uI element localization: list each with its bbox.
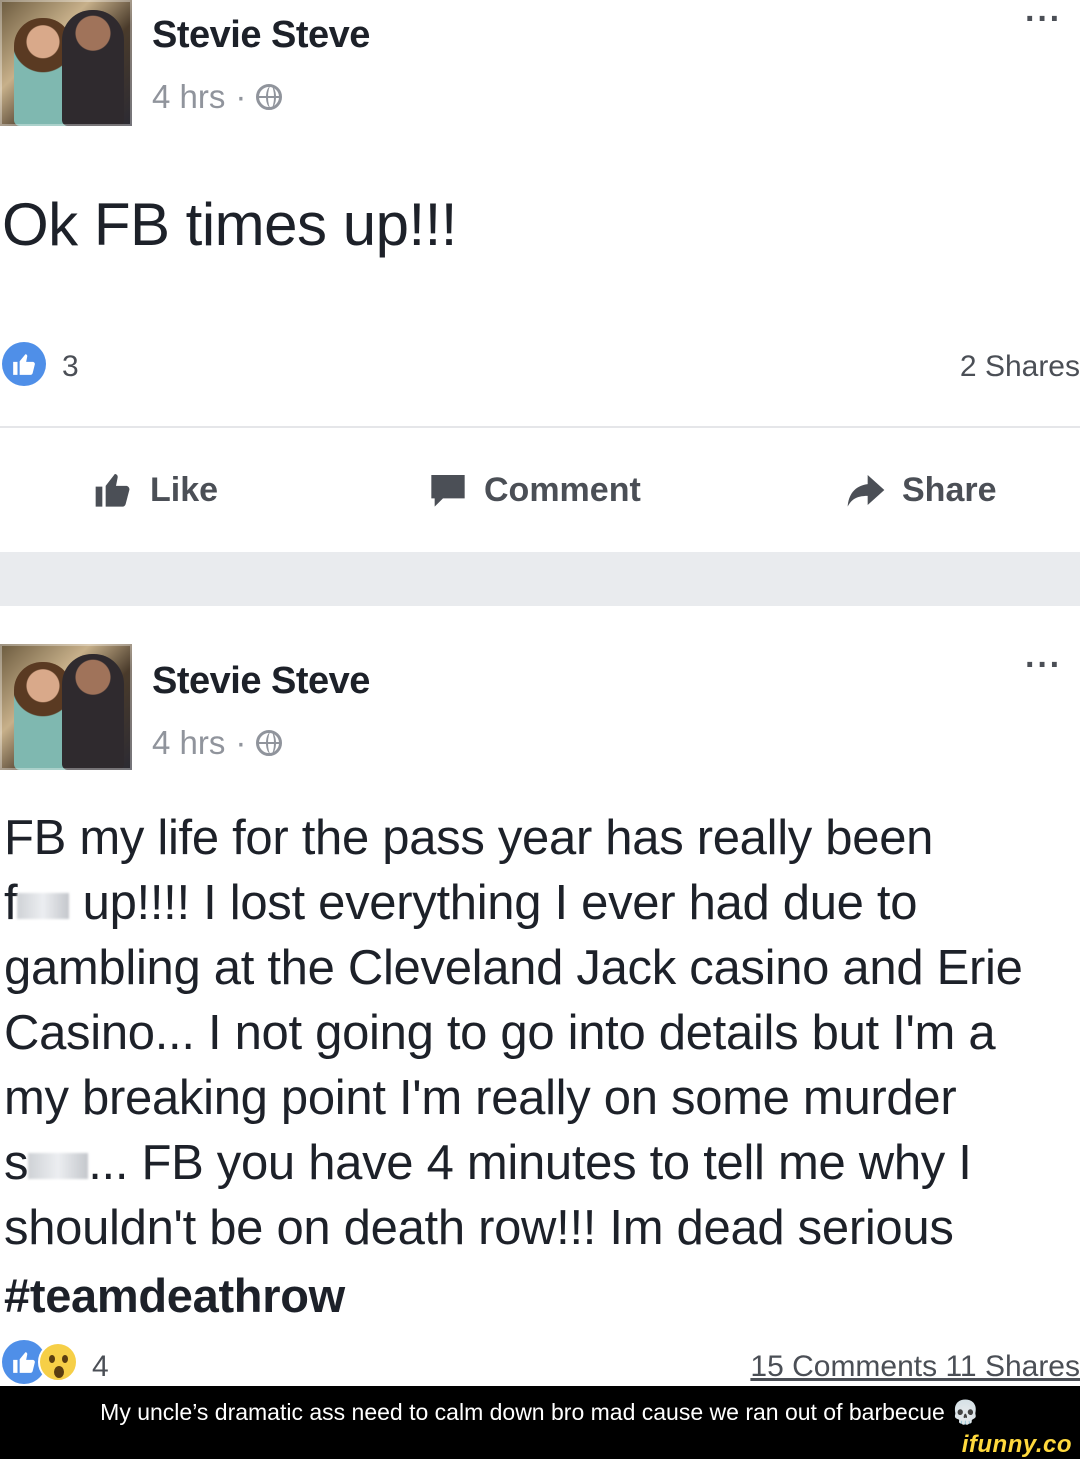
body-line-2-text: up!!!! I lost everything I ever had due … <box>82 876 918 930</box>
author-avatar[interactable] <box>0 644 132 770</box>
body-line-1: FB my life for the pass year has really … <box>4 811 934 865</box>
post-body: FB my life for the pass year has really … <box>4 806 1080 1261</box>
censored-prefix: s <box>4 1136 29 1190</box>
share-label: Share <box>902 470 997 509</box>
body-line-4: Casino... I not going to go into details… <box>4 1006 996 1060</box>
feed-separator <box>0 552 1080 606</box>
censored-blur <box>17 893 70 920</box>
meta-separator: · <box>235 724 247 761</box>
globe-icon <box>256 84 283 110</box>
comment-button[interactable]: Comment <box>428 470 641 510</box>
body-line-6-text: ... FB you have 4 minutes to tell me why… <box>88 1136 972 1190</box>
censored-blur <box>28 1153 89 1180</box>
like-label: Like <box>150 470 219 509</box>
body-line-2: f up!!!! I lost everything I ever had du… <box>4 871 1080 936</box>
globe-icon <box>256 730 283 756</box>
wow-reaction-icon[interactable] <box>38 1342 78 1382</box>
share-button[interactable]: Share <box>846 470 997 510</box>
body-line-3: gambling at the Cleveland Jack casino an… <box>4 941 1023 995</box>
censored-prefix: f <box>4 876 18 930</box>
footer-bar: ifunny.co <box>0 1431 1080 1459</box>
author-name[interactable]: Stevie Steve <box>152 660 370 703</box>
post-1: Stevie Steve 4 hrs · ··· Ok FB times up!… <box>0 0 1080 552</box>
status-text: Ok FB times up!!! <box>2 191 457 258</box>
timestamp[interactable]: 4 hrs <box>152 724 225 762</box>
post-meta: 4 hrs · <box>152 724 283 762</box>
ifunny-watermark: ifunny.co <box>961 1431 1072 1458</box>
thumbs-up-icon <box>95 474 130 507</box>
author-avatar[interactable] <box>0 0 132 126</box>
share-arrow-icon <box>847 475 885 507</box>
body-line-6: s ... FB you have 4 minutes to tell me wh… <box>4 1131 1080 1196</box>
meta-separator: · <box>235 78 247 115</box>
body-line-5: my breaking point I'm really on some mur… <box>4 1071 957 1125</box>
timestamp[interactable]: 4 hrs <box>152 78 225 116</box>
shares-count[interactable]: 2 Shares <box>960 350 1080 384</box>
author-name[interactable]: Stevie Steve <box>152 14 370 57</box>
body-line-7: shouldn't be on death row!!! Im dead ser… <box>4 1201 954 1255</box>
post-meta: 4 hrs · <box>152 78 283 116</box>
comment-label: Comment <box>484 470 641 509</box>
reaction-count[interactable]: 4 <box>92 1350 109 1384</box>
comments-shares-count[interactable]: 15 Comments 11 Shares <box>750 1350 1080 1384</box>
more-options-button[interactable]: ··· <box>1025 646 1062 685</box>
divider <box>0 426 1080 428</box>
hashtag-link[interactable]: #teamdeathrow <box>4 1268 345 1323</box>
more-options-button[interactable]: ··· <box>1025 0 1062 39</box>
comment-icon <box>431 475 465 507</box>
like-reaction-icon[interactable] <box>2 342 46 386</box>
meme-caption: My uncle’s dramatic ass need to calm dow… <box>0 1386 1080 1438</box>
caption-text: My uncle’s dramatic ass need to calm dow… <box>100 1398 980 1425</box>
like-button[interactable]: Like <box>94 470 218 510</box>
reaction-count[interactable]: 3 <box>62 350 79 384</box>
